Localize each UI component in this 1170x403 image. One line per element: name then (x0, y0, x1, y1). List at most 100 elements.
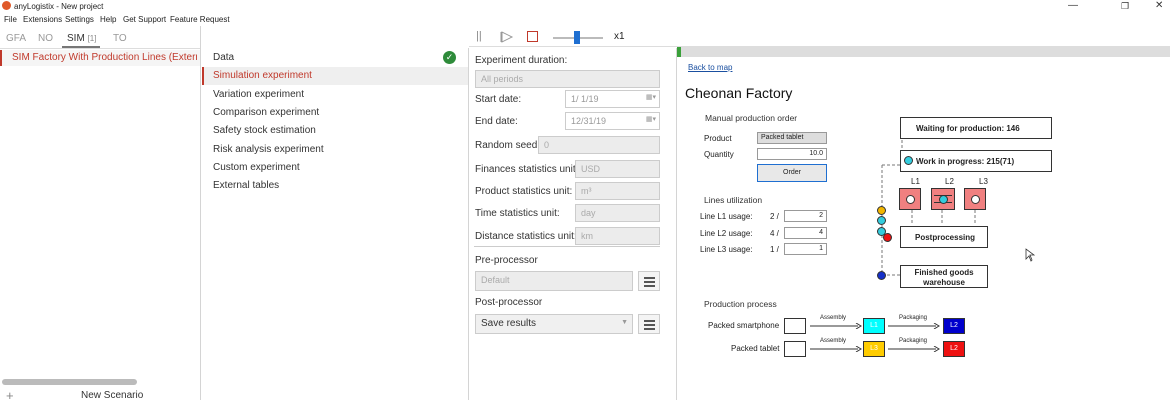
line-l2-box[interactable] (931, 188, 955, 210)
post-processor-select[interactable]: Save results ▼ (475, 314, 633, 334)
random-seed-field[interactable]: 0 (538, 136, 660, 154)
tab-no[interactable]: NO (38, 33, 53, 44)
back-to-map-link[interactable]: Back to map (688, 63, 732, 72)
nav-risk-analysis-experiment[interactable]: Risk analysis experiment (202, 141, 468, 159)
panel-divider (200, 26, 201, 400)
line-l1-usage-label: Line L1 usage: (700, 212, 753, 221)
checkmark-icon: ✓ (443, 51, 456, 64)
product-label: Product (704, 134, 732, 143)
tab-sim[interactable]: SIM [1] (67, 33, 96, 44)
menu-bar: File Extensions Settings Help Get Suppor… (0, 13, 1170, 27)
line-l1-usage-field[interactable]: 2 (784, 210, 827, 222)
duration-select[interactable]: All periods (475, 70, 660, 88)
start-date-value: 1/ 1/19 (571, 94, 599, 104)
quantity-field[interactable]: 10.0 (757, 148, 827, 160)
close-icon[interactable]: ✕ (1155, 0, 1163, 11)
finished-goods-box[interactable]: Finished goods warehouse (900, 265, 988, 288)
menu-settings[interactable]: Settings (65, 15, 94, 24)
speed-slider-thumb[interactable] (574, 31, 580, 44)
chevron-down-icon: ▼ (621, 319, 628, 326)
work-in-progress-label: Work in progress: 215(71) (916, 157, 1015, 166)
finished-goods-dot (877, 271, 886, 280)
calendar-icon[interactable]: ▦▾ (646, 93, 656, 101)
pp-line2-box[interactable]: L2 (943, 318, 965, 334)
work-in-progress-box[interactable]: Work in progress: 215(71) (900, 150, 1052, 172)
calendar-icon[interactable]: ▦▾ (646, 115, 656, 123)
nav-comparison-experiment[interactable]: Comparison experiment (202, 104, 468, 122)
menu-file[interactable]: File (4, 15, 17, 24)
form-divider (474, 246, 660, 247)
line-l3-usage-label: Line L3 usage: (700, 245, 753, 254)
scenario-item[interactable]: SIM Factory With Production Lines (Exter… (0, 50, 200, 66)
pause-icon[interactable]: || (476, 30, 482, 42)
tab-to[interactable]: TO (113, 33, 127, 44)
post-processor-menu-icon[interactable] (638, 314, 660, 334)
plus-icon[interactable]: + (6, 388, 14, 403)
postprocessing-box[interactable]: Postprocessing (900, 226, 988, 248)
new-scenario-button[interactable]: New Scenario (81, 390, 143, 401)
pp-line1-box[interactable]: L1 (863, 318, 885, 334)
stop-icon[interactable] (527, 31, 538, 42)
title-bar: anyLogistix - New project — ❐ ✕ (0, 0, 1170, 13)
quantity-label: Quantity (704, 150, 734, 159)
pp-arrow-icon (888, 346, 940, 352)
horizontal-scrollbar[interactable] (2, 379, 137, 385)
manual-order-heading: Manual production order (705, 113, 798, 123)
tabs-divider (0, 48, 200, 49)
simulation-progress-fill (677, 47, 681, 57)
order-button[interactable]: Order (757, 164, 827, 182)
menu-get-support[interactable]: Get Support (123, 15, 166, 24)
finances-unit-label: Finances statistics unit: (475, 164, 579, 175)
pp-step2-label: Packaging (899, 315, 928, 321)
end-date-value: 12/31/19 (571, 116, 607, 126)
scenario-label: SIM Factory With Production Lines (Exter… (12, 52, 197, 63)
pp-line1-box[interactable]: L3 (863, 341, 885, 357)
minimize-icon[interactable]: — (1068, 0, 1078, 11)
start-date-field[interactable]: 1/ 1/19 ▦▾ (565, 90, 660, 108)
nav-data[interactable]: Data (202, 49, 468, 67)
menu-feature-request[interactable]: Feature Request (170, 15, 230, 24)
pp-line2-box[interactable]: L2 (943, 341, 965, 357)
factory-title: Cheonan Factory (685, 85, 793, 101)
production-process-heading: Production process (704, 299, 777, 309)
pp-step1-label: Assembly (820, 338, 847, 344)
line-l3-box[interactable] (964, 188, 986, 210)
waiting-for-production-box[interactable]: Waiting for production: 146 (900, 117, 1052, 139)
product-select[interactable]: Packed tablet (757, 132, 827, 144)
pp-product-label: Packed tablet (731, 344, 780, 353)
queue-dot-cyan (877, 216, 886, 225)
distance-unit-label: Distance statistics unit: (475, 231, 577, 242)
nav-variation-experiment[interactable]: Variation experiment (202, 86, 468, 104)
line-label-l2: L2 (945, 177, 954, 186)
tab-sim-label: SIM (67, 33, 85, 44)
menu-extensions[interactable]: Extensions (23, 15, 62, 24)
line-l2-indicator (939, 195, 948, 204)
product-unit-field[interactable]: m³ (575, 182, 660, 200)
pre-processor-select[interactable]: Default (475, 271, 633, 291)
panel-divider (468, 48, 469, 400)
maximize-icon[interactable]: ❐ (1121, 1, 1129, 12)
nav-external-tables[interactable]: External tables (202, 177, 468, 195)
distance-unit-field[interactable]: km (575, 227, 660, 245)
end-date-label: End date: (475, 116, 518, 127)
speed-label: x1 (614, 31, 625, 42)
tab-gfa[interactable]: GFA (6, 33, 26, 44)
pre-processor-menu-icon[interactable] (638, 271, 660, 291)
line-l1-ratio: 2 / (770, 212, 779, 221)
experiment-tabs: GFA NO SIM [1] TO (0, 30, 200, 48)
menu-help[interactable]: Help (100, 15, 116, 24)
end-date-field[interactable]: 12/31/19 ▦▾ (565, 112, 660, 130)
line-l2-usage-label: Line L2 usage: (700, 229, 753, 238)
nav-simulation-experiment[interactable]: Simulation experiment (202, 67, 468, 85)
play-icon[interactable] (500, 31, 514, 43)
line-l2-ratio: 4 / (770, 229, 779, 238)
finances-unit-field[interactable]: USD (575, 160, 660, 178)
nav-custom-experiment[interactable]: Custom experiment (202, 159, 468, 177)
time-unit-field[interactable]: day (575, 204, 660, 222)
nav-safety-stock-estimation[interactable]: Safety stock estimation (202, 122, 468, 140)
line-l3-usage-field[interactable]: 1 (784, 243, 827, 255)
pp-product-box[interactable] (784, 341, 806, 357)
line-l2-usage-field[interactable]: 4 (784, 227, 827, 239)
line-l1-box[interactable] (899, 188, 921, 210)
pp-product-box[interactable] (784, 318, 806, 334)
